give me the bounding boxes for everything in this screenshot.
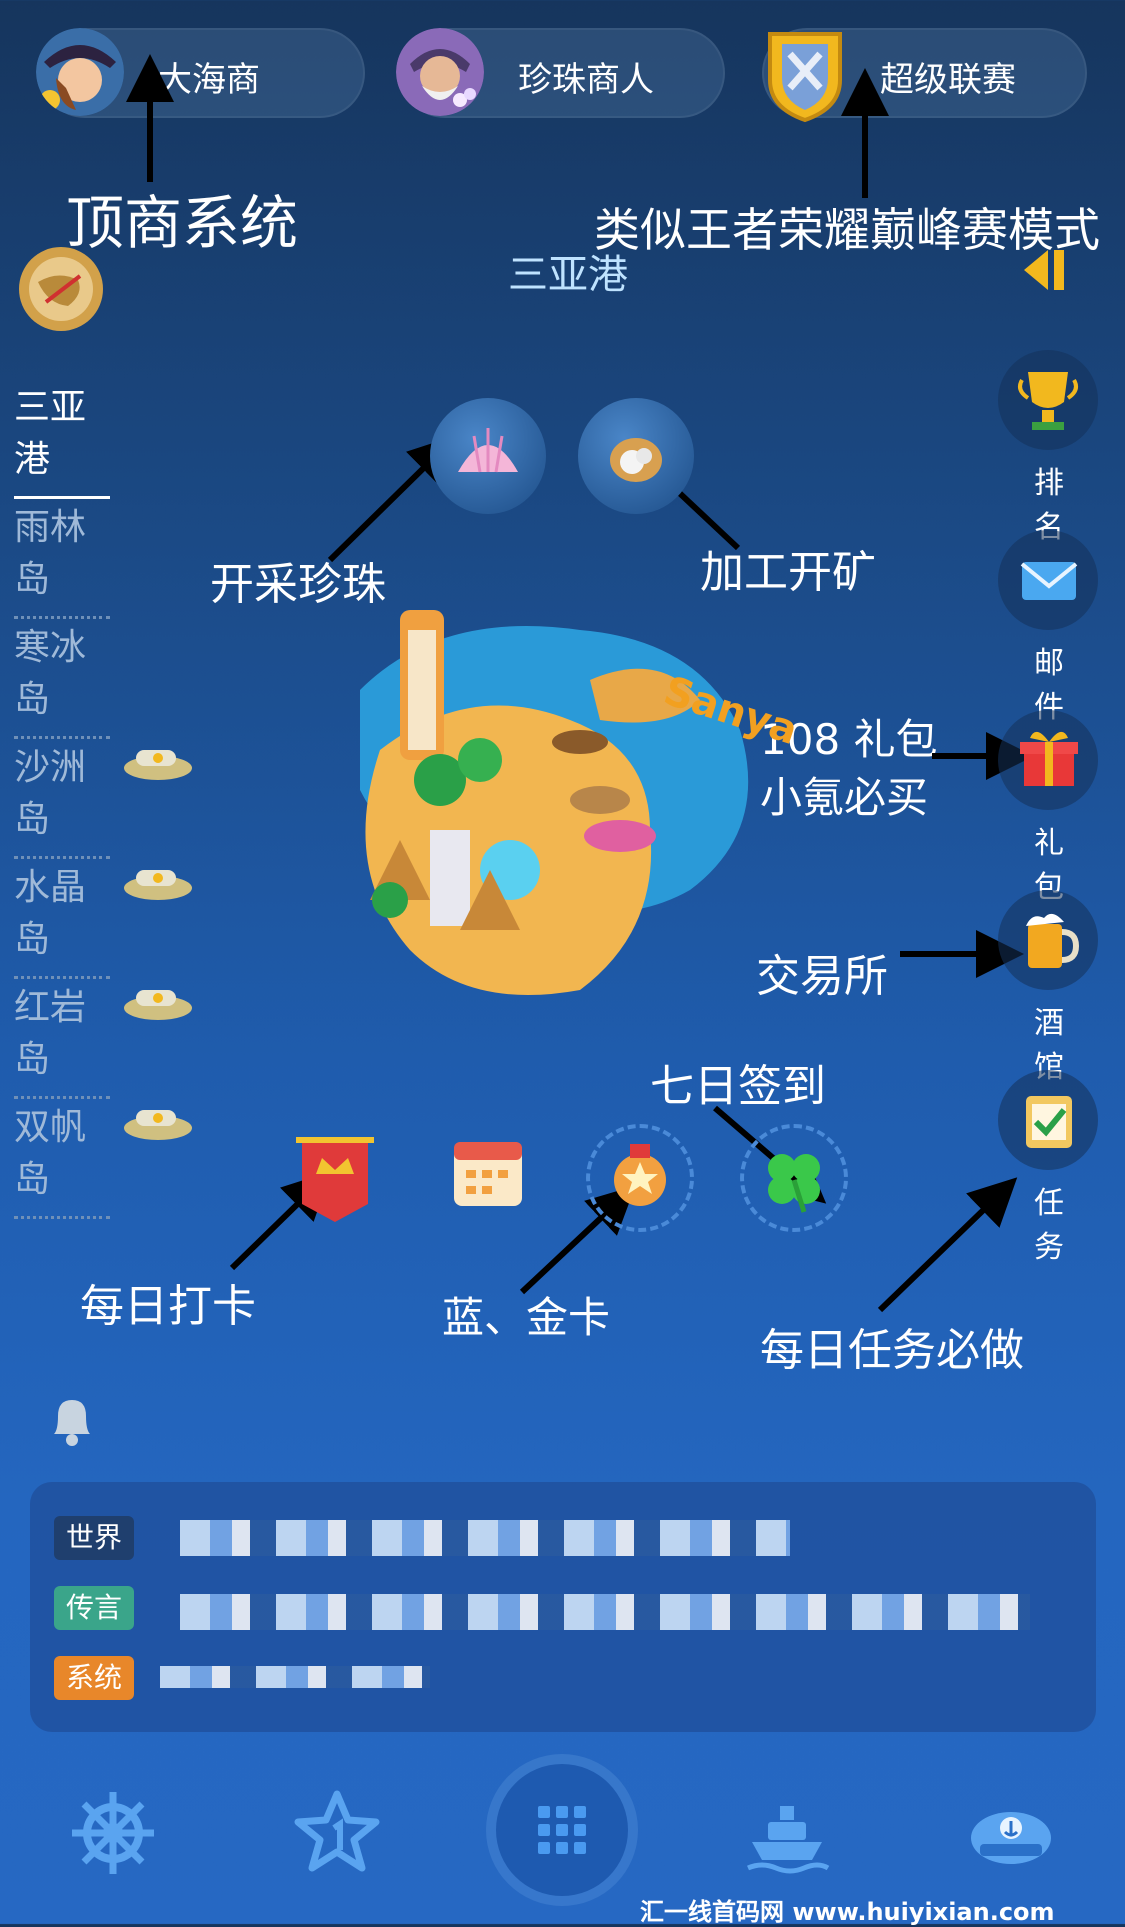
mail-button[interactable] bbox=[998, 530, 1098, 630]
ship-icon bbox=[124, 750, 192, 780]
calendar-icon bbox=[454, 1142, 522, 1206]
beer-icon bbox=[1026, 913, 1080, 968]
mail-icon bbox=[1020, 562, 1078, 600]
island-item-rainforest[interactable]: 雨林岛 bbox=[14, 498, 110, 619]
crown-banner-icon bbox=[296, 1137, 374, 1222]
star-icon[interactable] bbox=[292, 1788, 382, 1878]
world-map-compass-icon[interactable] bbox=[18, 246, 104, 332]
task-label: 任务 bbox=[1034, 1186, 1064, 1265]
island-map[interactable]: Sanya bbox=[320, 570, 803, 1030]
island-item-crystal[interactable]: 水晶岛 bbox=[14, 858, 110, 979]
chat-panel[interactable]: 世界 传言 系统 bbox=[30, 1482, 1096, 1732]
task-button[interactable] bbox=[998, 1070, 1098, 1170]
daily-checkin-button[interactable] bbox=[290, 1130, 380, 1230]
helm-icon[interactable] bbox=[68, 1788, 158, 1878]
island-item-twinsail[interactable]: 双帆岛 bbox=[14, 1098, 110, 1219]
ship-nav-icon[interactable] bbox=[742, 1788, 832, 1878]
island-item-redrock[interactable]: 红岩岛 bbox=[14, 978, 110, 1099]
calendar-button[interactable] bbox=[450, 1134, 526, 1210]
tavern-button[interactable] bbox=[998, 890, 1098, 990]
main-menu-button[interactable] bbox=[496, 1764, 628, 1896]
collapse-panel-icon[interactable] bbox=[1020, 246, 1068, 294]
notification-bell-icon[interactable] bbox=[44, 1390, 100, 1448]
medal-icon bbox=[614, 1144, 666, 1206]
card-medal-button[interactable] bbox=[586, 1124, 694, 1232]
pearl-mining-button[interactable] bbox=[430, 398, 546, 514]
watermark-text: 汇一线首码网 www.huiyixian.com bbox=[640, 1898, 1055, 1926]
processing-mine-button[interactable] bbox=[578, 398, 694, 514]
trophy-icon bbox=[1018, 372, 1078, 430]
seven-day-checkin-button[interactable] bbox=[740, 1124, 848, 1232]
chat-message-world bbox=[180, 1520, 790, 1556]
ship-icon bbox=[124, 870, 192, 900]
chat-message-system bbox=[160, 1666, 430, 1688]
captain-hat-icon[interactable] bbox=[966, 1788, 1056, 1878]
gift-button[interactable] bbox=[998, 710, 1098, 810]
island-item-ice[interactable]: 寒冰岛 bbox=[14, 618, 110, 739]
clover-icon bbox=[768, 1154, 820, 1213]
chat-tag-system[interactable]: 系统 bbox=[54, 1656, 134, 1700]
chat-tag-rumor[interactable]: 传言 bbox=[54, 1586, 134, 1630]
chat-message-rumor bbox=[180, 1594, 1030, 1630]
ship-icon bbox=[124, 1110, 192, 1140]
gift-icon bbox=[1020, 731, 1078, 786]
chat-tag-world[interactable]: 世界 bbox=[54, 1516, 134, 1560]
island-item-sanya[interactable]: 三亚港 bbox=[14, 378, 110, 499]
shell-icon bbox=[458, 428, 518, 473]
ranking-button[interactable] bbox=[998, 350, 1098, 450]
island-item-sandbar[interactable]: 沙洲岛 bbox=[14, 738, 110, 859]
grid-menu-icon bbox=[538, 1806, 586, 1854]
oyster-pearl-icon bbox=[610, 438, 662, 482]
task-icon bbox=[1026, 1096, 1072, 1148]
ship-icon bbox=[124, 990, 192, 1020]
port-title: 三亚港 bbox=[508, 252, 628, 298]
